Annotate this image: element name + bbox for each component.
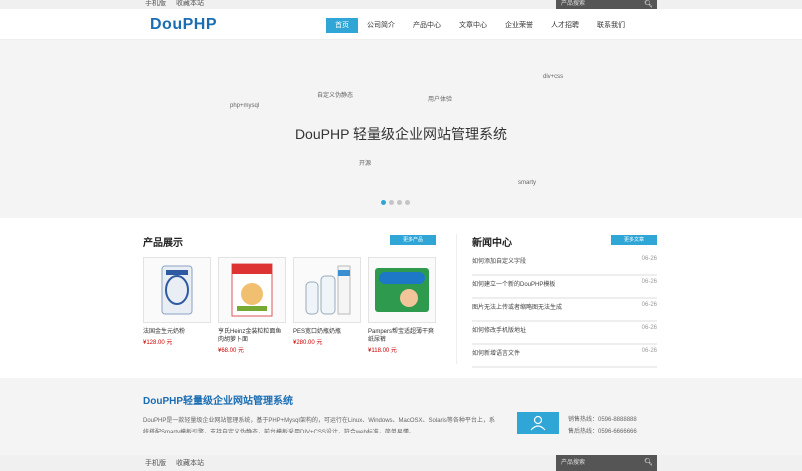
banner-tag: 自定义伪静态 — [317, 93, 354, 99]
product-card[interactable]: Pampers帮宝适超薄干爽纸尿裤 ¥118.00 元 — [368, 257, 436, 354]
slider-dot[interactable] — [397, 200, 402, 205]
slider-dot[interactable] — [381, 200, 386, 205]
product-card[interactable]: PES宽口奶瓶奶瓶 ¥280.00 元 — [293, 257, 361, 346]
site-logo[interactable]: DouPHP — [150, 16, 217, 34]
service-phone: 售后热线：0596-6666666 — [568, 429, 637, 435]
user-icon — [517, 412, 559, 434]
product-price: ¥118.00 元 — [368, 348, 397, 354]
banner-tag: smarty — [518, 180, 536, 186]
product-price: ¥68.00 元 — [218, 348, 245, 354]
more-news-button[interactable]: 更多文章 — [611, 235, 657, 245]
product-image[interactable] — [293, 257, 361, 323]
banner-tag: php+mysql — [230, 103, 260, 109]
top-links: 手机版 收藏本站 — [145, 0, 212, 8]
sales-phone: 销售热线：0596-8888888 — [568, 417, 637, 423]
search-input[interactable]: 产品搜索 — [556, 460, 585, 466]
search-input[interactable]: 产品搜索 — [556, 1, 585, 7]
hero-banner[interactable]: div+css 自定义伪静态 用户体验 php+mysql DouPHP 轻量级… — [0, 40, 802, 218]
product-name[interactable]: 亨氏Heinz金装粒粒面鱼肉胡萝卜面 — [218, 328, 286, 344]
nav-item-products[interactable]: 产品中心 — [404, 18, 450, 33]
slider-dots — [381, 200, 410, 205]
bottom-bar: 手机版 收藏本站 产品搜索 🔍︎ — [0, 455, 802, 471]
product-card[interactable]: 亨氏Heinz金装粒粒面鱼肉胡萝卜面 ¥68.00 元 — [218, 257, 286, 354]
product-price: ¥128.00 元 — [143, 340, 173, 346]
banner-tag: div+css — [543, 74, 564, 80]
more-products-button[interactable]: 更多产品 — [390, 235, 436, 245]
product-name[interactable]: Pampers帮宝适超薄干爽纸尿裤 — [368, 328, 436, 344]
main-nav: 首页 公司简介 产品中心 文章中心 企业荣誉 人才招聘 联系我们 — [326, 18, 634, 34]
about-title: DouPHP轻量级企业网站管理系统 — [143, 396, 293, 407]
news-item-title[interactable]: 图片无法上传或者缩略图无法生成 — [472, 305, 562, 311]
nav-item-honors[interactable]: 企业荣誉 — [496, 18, 542, 33]
favorite-link[interactable]: 收藏本站 — [176, 0, 204, 8]
search-icon[interactable]: 🔍︎ — [644, 0, 653, 9]
news-item[interactable]: 如何添加自定义字段 06-26 — [472, 256, 657, 276]
news-item-date: 06-26 — [641, 256, 657, 262]
favorite-link[interactable]: 收藏本站 — [176, 458, 204, 468]
product-card[interactable]: 法国金生元奶粉 ¥128.00 元 — [143, 257, 211, 346]
product-image[interactable] — [143, 257, 211, 323]
search-box[interactable]: 产品搜索 🔍︎ — [556, 455, 657, 471]
product-image[interactable] — [218, 257, 286, 323]
banner-tag: 用户体验 — [428, 97, 453, 103]
news-item[interactable]: 如何新增语言文件 06-26 — [472, 348, 657, 368]
news-item[interactable]: 图片无法上传或者缩略图无法生成 06-26 — [472, 302, 657, 322]
slider-dot[interactable] — [389, 200, 394, 205]
slider-dot[interactable] — [405, 200, 410, 205]
nav-item-about[interactable]: 公司简介 — [358, 18, 404, 33]
news-item-title[interactable]: 如何建立一个新的DouPHP模板 — [472, 282, 555, 288]
nav-item-articles[interactable]: 文章中心 — [450, 18, 496, 33]
news-item-date: 06-26 — [641, 325, 657, 331]
banner-title: DouPHP 轻量级企业网站管理系统 — [294, 126, 508, 142]
product-price: ¥280.00 元 — [293, 340, 323, 346]
product-name[interactable]: 法国金生元奶粉 — [143, 328, 211, 336]
search-icon[interactable]: 🔍︎ — [644, 455, 653, 471]
column-divider — [456, 234, 457, 364]
news-item[interactable]: 如何建立一个新的DouPHP模板 06-26 — [472, 279, 657, 299]
nav-item-home[interactable]: 首页 — [326, 18, 358, 33]
nav-item-contact[interactable]: 联系我们 — [588, 18, 634, 33]
header: DouPHP 首页 公司简介 产品中心 文章中心 企业荣誉 人才招聘 联系我们 — [0, 9, 802, 40]
product-name[interactable]: PES宽口奶瓶奶瓶 — [293, 328, 361, 336]
bottom-links: 手机版 收藏本站 — [145, 458, 212, 468]
top-bar: 手机版 收藏本站 产品搜索 🔍︎ — [0, 0, 802, 9]
news-item-date: 06-26 — [641, 348, 657, 354]
news-item-title[interactable]: 如何修改手机版地址 — [472, 328, 526, 334]
mobile-link[interactable]: 手机版 — [145, 0, 166, 8]
about-description: DouPHP是一款轻量级企业网站管理系统，基于PHP+Mysql架构的，可运行在… — [143, 418, 495, 433]
search-box[interactable]: 产品搜索 🔍︎ — [556, 0, 657, 9]
product-image[interactable] — [368, 257, 436, 323]
news-item-date: 06-26 — [641, 279, 657, 285]
contact-info: 销售热线：0596-8888888 售后热线：0596-6666666 — [568, 414, 637, 438]
news-item-title[interactable]: 如何添加自定义字段 — [472, 259, 526, 265]
news-item-date: 06-26 — [641, 302, 657, 308]
news-item-title[interactable]: 如何新增语言文件 — [472, 351, 520, 357]
mobile-link[interactable]: 手机版 — [145, 458, 166, 468]
news-item[interactable]: 如何修改手机版地址 06-26 — [472, 325, 657, 345]
nav-item-jobs[interactable]: 人才招聘 — [542, 18, 588, 33]
news-title: 新闻中心 — [472, 238, 512, 249]
products-title: 产品展示 — [143, 238, 183, 249]
banner-tag: 开源 — [359, 161, 372, 167]
